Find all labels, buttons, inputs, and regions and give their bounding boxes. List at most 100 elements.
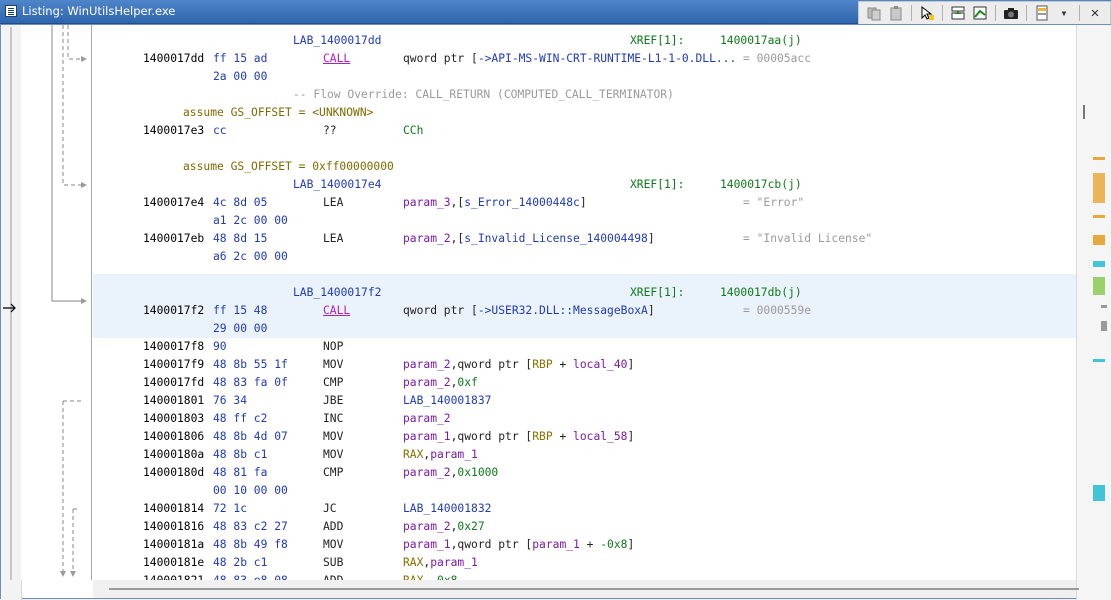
mnemonic[interactable]: CMP [323,464,343,482]
operands[interactable]: param_2,0x27 [403,518,485,536]
label-row[interactable]: LAB_1400017f2 XREF[1]: 1400017db(j) [93,284,1076,302]
mnemonic[interactable]: NOP [323,338,343,356]
overview-marker [1101,305,1107,308]
instruction-row[interactable]: 140001814 72 1c JC LAB_140001832 [93,500,1076,518]
mnemonic[interactable]: JC [323,500,337,518]
operands[interactable]: param_2,qword ptr [RBP + local_40] [403,356,634,374]
mnemonic[interactable]: MOV [323,536,343,554]
mnemonic[interactable]: ADD [323,518,343,536]
disassembly-listing[interactable]: LAB_1400017dd XREF[1]: 1400017aa(j) 1400017… [93,25,1076,580]
address: 1400017e3 [143,124,205,137]
eol-comment: = "Invalid License" [743,232,873,245]
instruction-row[interactable]: 140001816 48 83 c2 27 ADD param_2,0x27 [93,518,1076,536]
address: 1400017fd [143,376,205,389]
operands[interactable]: qword ptr [->API-MS-WIN-CRT-RUNTIME-L1-1… [403,50,736,68]
operands[interactable]: LAB_140001837 [403,392,491,410]
instruction-row[interactable]: 1400017f2 ff 15 48 CALL qword ptr [->USER32… [93,302,1076,320]
operands[interactable]: LAB_140001832 [403,500,491,518]
instruction-bytes: 4c 8d 05 [213,196,268,209]
mnemonic[interactable]: SUB [323,554,343,572]
label[interactable]: LAB_1400017dd [293,32,381,50]
instruction-bytes: 48 ff c2 [213,412,268,425]
assume-row[interactable]: assume GS_OFFSET = 0xff00000000 [93,158,1076,176]
horizontal-scrollbar[interactable] [93,580,1079,598]
label-row[interactable]: LAB_1400017dd XREF[1]: 1400017aa(j) [93,32,1076,50]
instruction-row[interactable]: 1400017fd 48 83 fa 0f CMP param_2,0xf [93,374,1076,392]
mnemonic[interactable]: LEA [323,230,343,248]
mnemonic[interactable]: CALL [323,302,350,320]
xref-address[interactable]: 1400017cb(j) [720,176,802,194]
mnemonic[interactable]: LEA [323,194,343,212]
instruction-row[interactable]: 140001821 48 83 e8 08 ADD RAX,-0x8 [93,572,1076,580]
instruction-row[interactable]: 1400017eb 48 8d 15 LEA param_2,[s_Invalid_L… [93,230,1076,248]
instruction-row[interactable]: 140001806 48 8b 4d 07 MOV param_1,qword ptr… [93,428,1076,446]
xref-tag: XREF[1]: [630,34,685,47]
operands[interactable]: qword ptr [->USER32.DLL::MessageBoxA] [403,302,655,320]
mnemonic[interactable]: CMP [323,374,343,392]
paste-icon[interactable] [887,4,905,22]
instruction-row[interactable]: 29 00 00 [93,320,1076,338]
snapshot-camera-icon[interactable] [1002,4,1020,22]
instruction-bytes: 48 83 e8 08 [213,572,288,580]
xref-address[interactable]: 1400017db(j) [720,284,802,302]
instruction-bytes: 76 34 [213,394,248,407]
mnemonic[interactable]: ?? [323,122,337,140]
operands[interactable]: RAX,param_1 [403,446,478,464]
xref-address[interactable]: 1400017aa(j) [720,32,802,50]
mnemonic[interactable]: ADD [323,572,343,580]
instruction-row[interactable]: 140001801 76 34 JBE LAB_140001837 [93,392,1076,410]
address: 140001821 [143,572,204,580]
label[interactable]: LAB_1400017f2 [293,284,381,302]
instruction-row[interactable]: 00 10 00 00 [93,482,1076,500]
operands[interactable]: param_2 [403,410,451,428]
mnemonic[interactable]: MOV [323,446,343,464]
operands[interactable]: param_2,0x1000 [403,464,498,482]
copy-icon[interactable] [865,4,883,22]
instruction-row[interactable]: 14000180a 48 8b c1 MOV RAX,param_1 [93,446,1076,464]
overview-marker [1093,215,1105,218]
diff-icon[interactable] [971,4,989,22]
horizontal-scrollbar-thumb[interactable] [109,588,1079,590]
overview-sidebar[interactable] [1076,25,1111,600]
field-layout-icon[interactable] [1033,4,1051,22]
mnemonic[interactable]: JBE [323,392,343,410]
mnemonic[interactable]: MOV [323,356,343,374]
instruction-row[interactable]: 1400017f9 48 8b 55 1f MOV param_2,qword ptr… [93,356,1076,374]
instruction-row[interactable]: 14000181a 48 8b 49 f8 MOV param_1,qword ptr… [93,536,1076,554]
instruction-row[interactable]: 1400017e3 cc?? CCh [93,122,1076,140]
assume-row[interactable]: assume GS_OFFSET = <UNKNOWN> [93,104,1076,122]
label[interactable]: LAB_1400017e4 [293,176,381,194]
instruction-row[interactable]: 14000181e 48 2b c1 SUB RAX,param_1 [93,554,1076,572]
operands[interactable]: RAX,-0x8 [403,572,457,580]
address: 1400017eb [143,232,205,245]
operands[interactable]: param_2,0xf [403,374,478,392]
dropdown-arrow-icon[interactable]: ▾ [1055,4,1073,22]
address: 140001803 [143,412,205,425]
plate-comment-row[interactable]: -- Flow Override: CALL_RETURN (COMPUTED_… [93,86,1076,104]
instruction-row[interactable]: a6 2c 00 00 [93,248,1076,266]
address: 14000181a [143,538,205,551]
address: 1400017f9 [143,358,205,371]
navigate-icon[interactable] [949,4,967,22]
operands[interactable]: param_3,[s_Error_14000448c] [403,194,587,212]
operands[interactable]: RAX,param_1 [403,554,478,572]
instruction-row[interactable]: 1400017dd ff 15 ad CALL qword ptr [->API-MS… [93,50,1076,68]
mnemonic[interactable]: CALL [323,50,350,68]
operands[interactable]: CCh [403,122,423,140]
label-row[interactable]: LAB_1400017e4 XREF[1]: 1400017cb(j) [93,176,1076,194]
close-icon[interactable]: ✕ [1086,4,1104,22]
flow-arrow-gutter[interactable] [21,25,92,580]
instruction-row[interactable]: 2a 00 00 [93,68,1076,86]
instruction-row[interactable]: 14000180d 48 81 fa CMP param_2,0x1000 [93,464,1076,482]
instruction-row[interactable]: a1 2c 00 00 [93,212,1076,230]
operands[interactable]: param_2,[s_Invalid_License_140004498] [403,230,655,248]
mnemonic[interactable]: INC [323,410,343,428]
mnemonic[interactable]: MOV [323,428,343,446]
instruction-bytes: 29 00 00 [213,322,268,335]
instruction-row[interactable]: 1400017f8 90 NOP [93,338,1076,356]
instruction-row[interactable]: 140001803 48 ff c2 INC param_2 [93,410,1076,428]
instruction-row[interactable]: 1400017e4 4c 8d 05 LEA param_3,[s_Error_140… [93,194,1076,212]
operands[interactable]: param_1,qword ptr [RBP + local_58] [403,428,634,446]
operands[interactable]: param_1,qword ptr [param_1 + -0x8] [403,536,634,554]
select-cursor-icon[interactable] [918,4,936,22]
